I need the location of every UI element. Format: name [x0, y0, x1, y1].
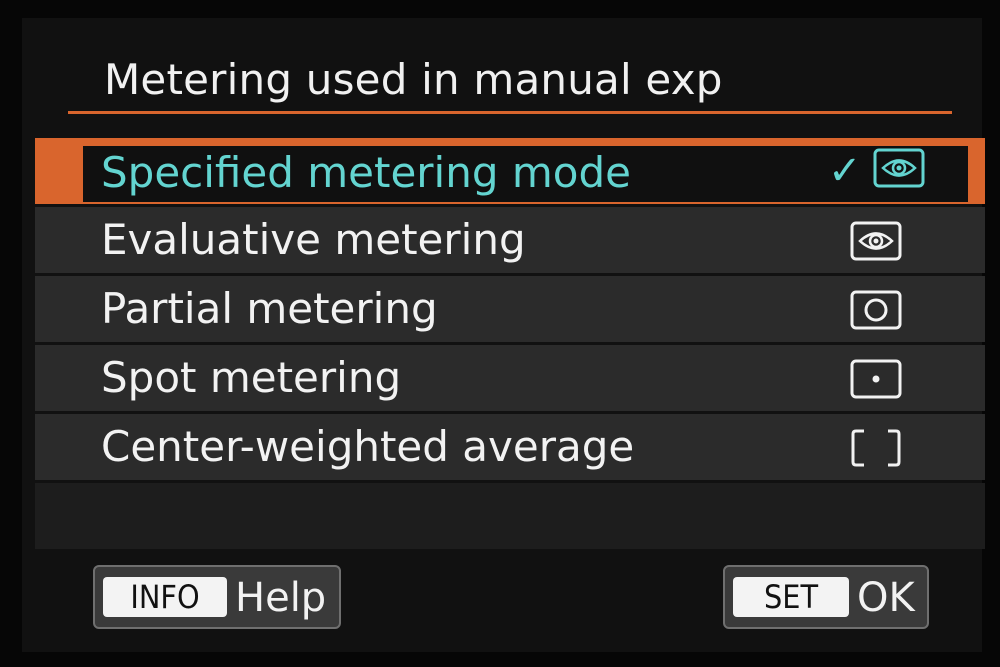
title-divider: [68, 111, 952, 114]
ok-label: OK: [857, 575, 915, 621]
help-label: Help: [235, 575, 327, 621]
evaluative-metering-icon: [850, 221, 902, 261]
center-weighted-metering-icon: [850, 428, 902, 468]
menu-item-spot-metering[interactable]: Spot metering: [35, 345, 985, 411]
info-key-label: INFO: [103, 577, 227, 617]
checkmark-icon: ✓: [828, 148, 862, 194]
spot-metering-icon: [850, 359, 902, 399]
partial-metering-icon: [850, 290, 902, 330]
menu-item-partial-metering[interactable]: Partial metering: [35, 276, 985, 342]
menu-item-label: Spot metering: [101, 353, 402, 402]
menu-item-specified-metering-mode[interactable]: Specified metering mode ✓: [35, 138, 985, 204]
menu-item-label: Specified metering mode: [101, 148, 631, 197]
set-key-label: SET: [733, 577, 849, 617]
metering-menu-list: Specified metering mode ✓ Evaluative met…: [35, 138, 985, 552]
menu-empty-row: [35, 483, 985, 549]
menu-title: Metering used in manual exp: [104, 55, 723, 104]
menu-item-center-weighted-average[interactable]: Center-weighted average: [35, 414, 985, 480]
menu-item-label: Partial metering: [101, 284, 438, 333]
menu-item-label: Evaluative metering: [101, 215, 526, 264]
info-help-button[interactable]: INFO Help: [93, 565, 341, 629]
menu-item-label: Center-weighted average: [101, 422, 635, 471]
specified-metering-icon: [873, 148, 925, 188]
set-ok-button[interactable]: SET OK: [723, 565, 929, 629]
menu-item-evaluative-metering[interactable]: Evaluative metering: [35, 207, 985, 273]
